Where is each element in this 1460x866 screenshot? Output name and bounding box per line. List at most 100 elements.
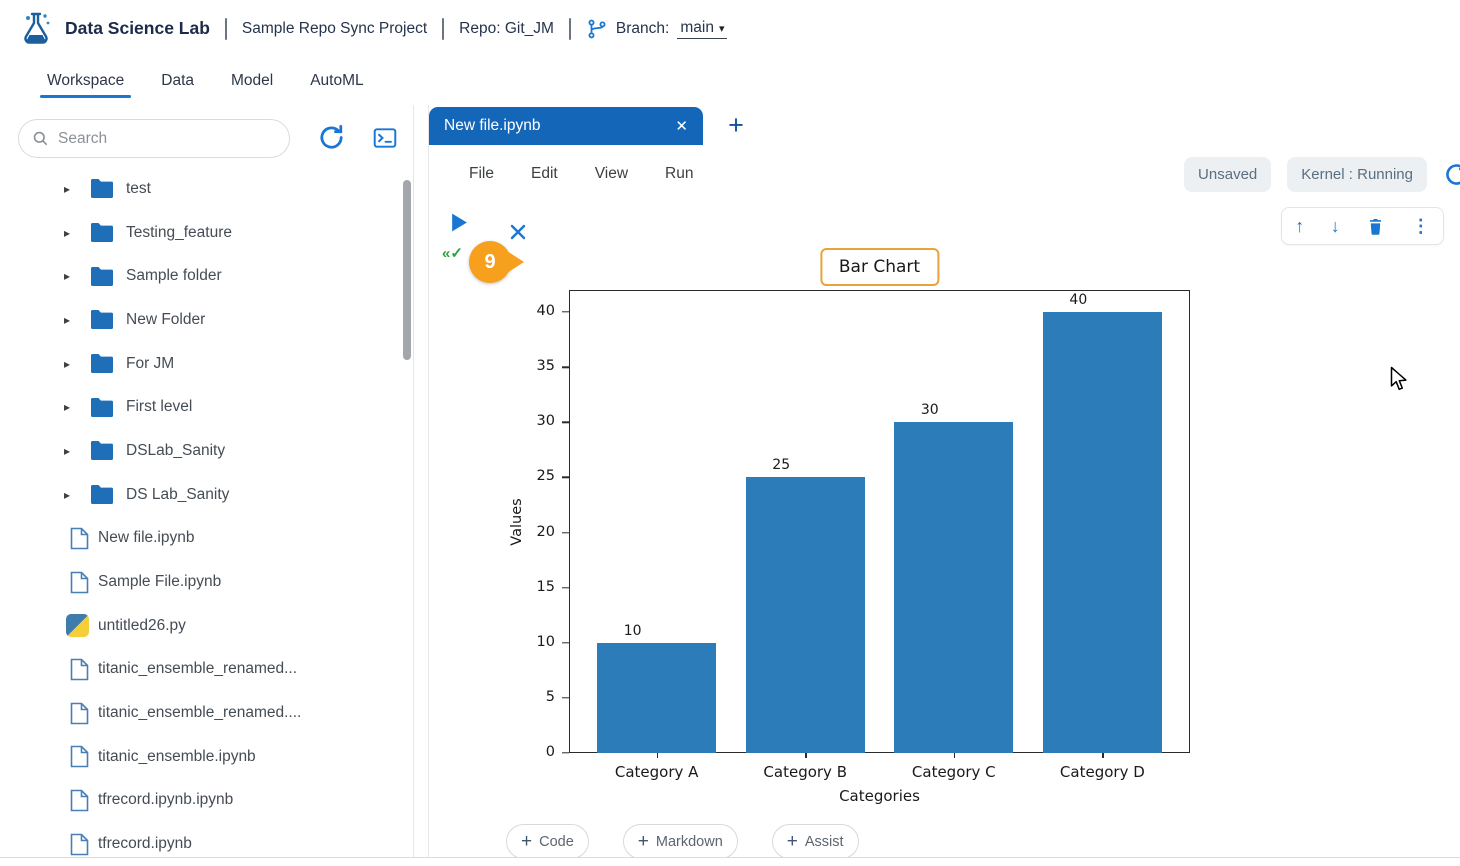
expand-caret-icon[interactable]: ▸ <box>64 182 79 196</box>
bar-value-label: 10 <box>609 623 657 639</box>
divider <box>569 18 571 40</box>
folder-icon <box>90 178 114 199</box>
project-name: Sample Repo Sync Project <box>242 20 427 38</box>
add-code-button[interactable]: + Code <box>506 824 589 858</box>
nav-tab-data[interactable]: Data <box>161 57 194 105</box>
chart-bar <box>1043 312 1162 753</box>
folder-icon <box>90 309 114 330</box>
search-box[interactable] <box>18 119 290 158</box>
chart-bar <box>597 643 716 753</box>
notebook-file-icon <box>70 527 89 550</box>
x-tick-label: Category B <box>763 763 847 781</box>
expand-caret-icon[interactable]: ▸ <box>64 444 79 458</box>
file-label: Sample folder <box>126 267 222 285</box>
file-item[interactable]: untitled26.py <box>0 604 399 648</box>
notebook-tab[interactable]: New file.ipynb ✕ <box>429 107 703 145</box>
x-tick-label: Category C <box>912 763 996 781</box>
file-label: untitled26.py <box>98 617 186 635</box>
x-tick-mark <box>805 753 806 758</box>
file-label: tfrecord.ipynb.ipynb <box>98 791 233 809</box>
folder-item[interactable]: ▸For JM <box>0 342 399 386</box>
run-cell-button[interactable] <box>450 212 469 233</box>
chart-title: Bar Chart <box>820 248 939 286</box>
folder-item[interactable]: ▸First level <box>0 385 399 429</box>
y-tick-mark <box>562 642 569 643</box>
branch-selector[interactable]: main ▾ <box>677 18 727 39</box>
folder-icon <box>90 353 114 374</box>
y-tick-mark <box>562 422 569 423</box>
plus-icon: + <box>521 832 532 851</box>
expand-caret-icon[interactable]: ▸ <box>64 269 79 283</box>
notebook-tabbar: New file.ipynb ✕ + <box>429 105 1460 145</box>
y-tick-mark <box>562 697 569 698</box>
step-badge: 9 <box>469 241 511 283</box>
file-item[interactable]: Sample File.ipynb <box>0 560 399 604</box>
divider <box>442 18 444 40</box>
delete-cell-button[interactable] <box>1366 217 1385 236</box>
expand-caret-icon[interactable]: ▸ <box>64 226 79 240</box>
menu-edit[interactable]: Edit <box>531 165 558 183</box>
sidebar-scrollbar[interactable] <box>403 180 411 360</box>
success-check-icon: «✓ <box>442 244 463 262</box>
move-cell-up-button[interactable]: ↑ <box>1295 217 1304 235</box>
add-button-label: Markdown <box>656 834 723 850</box>
add-button-label: Code <box>539 834 574 850</box>
top-bar: Data Science Lab Sample Repo Sync Projec… <box>0 0 1460 57</box>
menu-run[interactable]: Run <box>665 165 693 183</box>
folder-item[interactable]: ▸ test <box>0 167 399 211</box>
bar-value-label: 30 <box>906 402 954 418</box>
add-assist-button[interactable]: +Assist <box>772 824 859 858</box>
restart-kernel-icon[interactable] <box>1443 161 1460 188</box>
file-item[interactable]: tfrecord.ipynb <box>0 822 399 858</box>
folder-item[interactable]: ▸ New Folder <box>0 298 399 342</box>
file-item[interactable]: titanic_ensemble_renamed.... <box>0 691 399 735</box>
editor-panel: New file.ipynb ✕ + File Edit View Run Unsav… <box>428 105 1460 858</box>
unsaved-badge: Unsaved <box>1184 157 1271 192</box>
interrupt-kernel-icon[interactable] <box>509 223 527 241</box>
app-window: Data Science Lab Sample Repo Sync Projec… <box>0 0 1460 866</box>
file-item[interactable]: tfrecord.ipynb.ipynb <box>0 779 399 823</box>
file-item[interactable]: titanic_ensemble_renamed... <box>0 648 399 692</box>
folder-item[interactable]: ▸DS Lab_Sanity <box>0 473 399 517</box>
expand-caret-icon[interactable]: ▸ <box>64 313 79 327</box>
notebook-file-icon <box>70 571 89 594</box>
chart-bar <box>746 477 865 753</box>
expand-caret-icon[interactable]: ▸ <box>64 488 79 502</box>
file-label: test <box>126 180 151 198</box>
move-cell-down-button[interactable]: ↓ <box>1331 217 1340 235</box>
nav-tab-model[interactable]: Model <box>231 57 273 105</box>
close-tab-icon[interactable]: ✕ <box>675 117 688 135</box>
x-axis-label: Categories <box>839 787 920 805</box>
refresh-files-icon[interactable] <box>317 123 346 152</box>
y-tick-mark <box>562 366 569 367</box>
add-markdown-button[interactable]: +Markdown <box>623 824 738 858</box>
nav-tab-workspace[interactable]: Workspace <box>47 57 124 105</box>
git-branch-icon <box>586 18 608 40</box>
file-label: New Folder <box>126 311 205 329</box>
file-tree: ▸test▸Testing_feature▸Sample folder▸New … <box>0 167 399 858</box>
cell-menu-button[interactable]: ⋮ <box>1412 217 1430 235</box>
menu-file[interactable]: File <box>469 165 494 183</box>
folder-item[interactable]: ▸DSLab_Sanity <box>0 429 399 473</box>
folder-item[interactable]: ▸ Sample folder <box>0 254 399 298</box>
x-tick-mark <box>1102 753 1103 758</box>
expand-caret-icon[interactable]: ▸ <box>64 400 79 414</box>
expand-caret-icon[interactable]: ▸ <box>64 357 79 371</box>
y-tick-label: 15 <box>515 579 555 595</box>
file-item[interactable]: titanic_ensemble.ipynb <box>0 735 399 779</box>
y-tick-mark <box>562 587 569 588</box>
file-item[interactable]: New file.ipynb <box>0 517 399 561</box>
nav-tab-automl[interactable]: AutoML <box>310 57 363 105</box>
y-tick-label: 30 <box>515 413 555 429</box>
y-tick-mark <box>562 752 569 753</box>
notebook-file-icon <box>70 789 89 812</box>
menu-view[interactable]: View <box>595 165 628 183</box>
y-tick-mark <box>562 532 569 533</box>
search-input[interactable] <box>58 130 258 148</box>
y-tick-label: 10 <box>515 634 555 650</box>
terminal-icon[interactable] <box>371 125 399 151</box>
folder-item[interactable]: ▸Testing_feature <box>0 211 399 255</box>
notebook-file-icon <box>70 658 89 681</box>
new-tab-button[interactable]: + <box>721 108 751 142</box>
notebook-file-icon <box>70 833 89 856</box>
